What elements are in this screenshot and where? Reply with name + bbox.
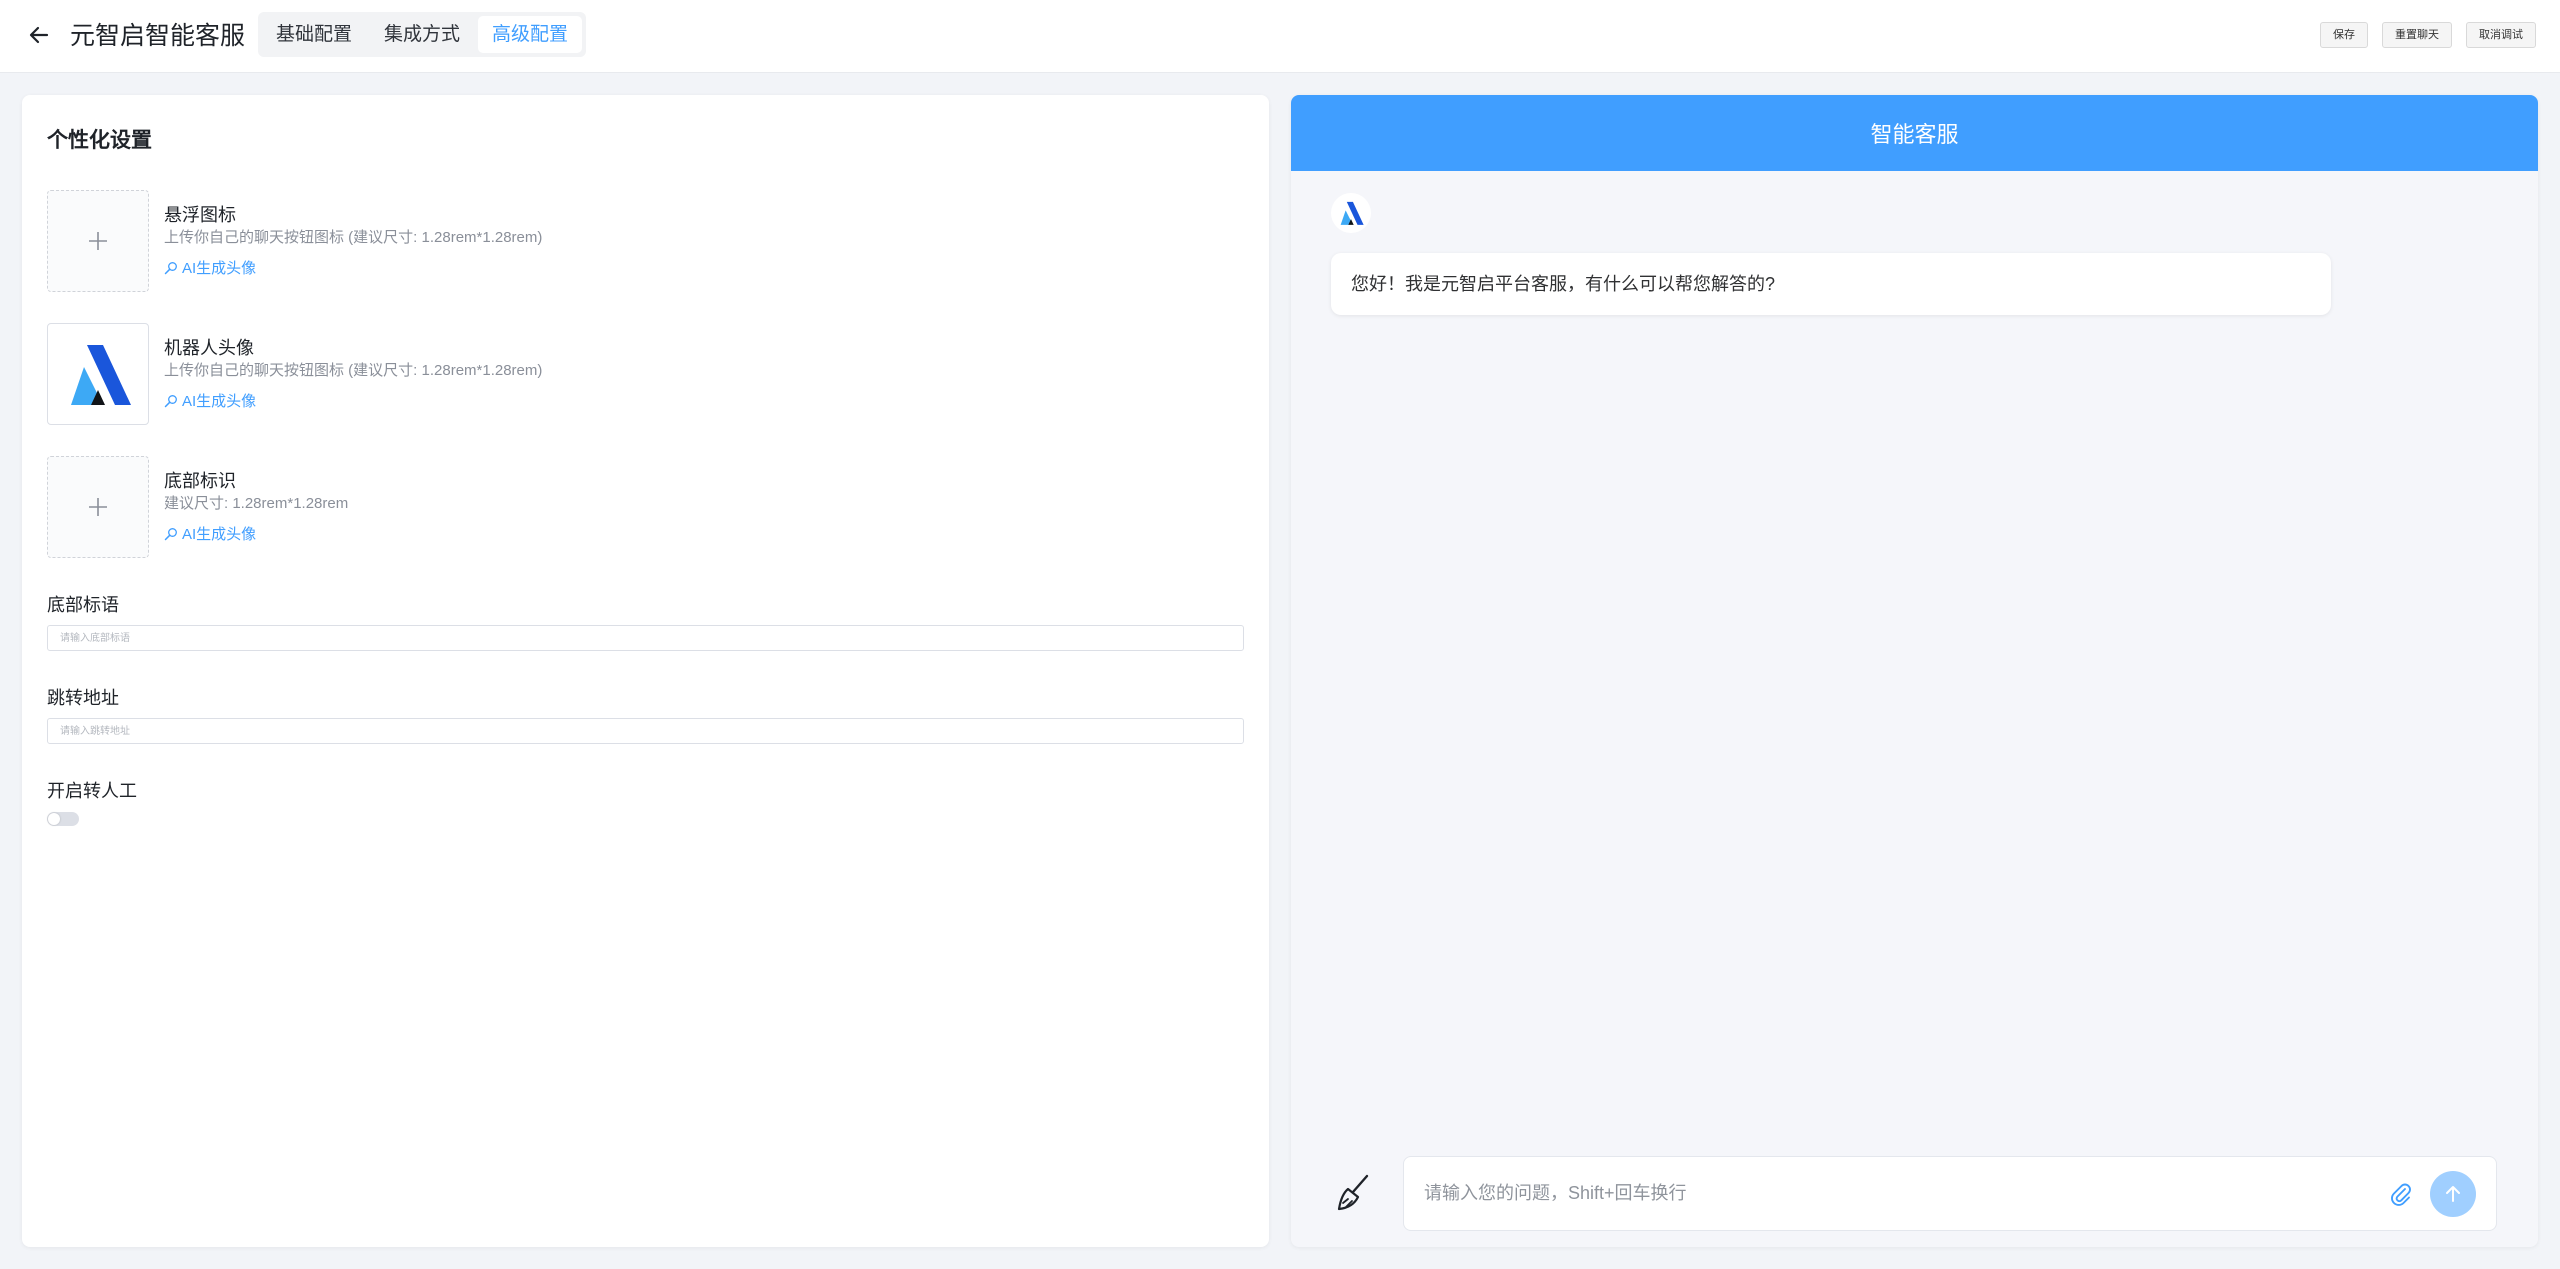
chat-input-box — [1403, 1156, 2497, 1231]
bot-avatar — [1331, 193, 1371, 233]
chat-input[interactable] — [1424, 1157, 2364, 1230]
reset-chat-button[interactable]: 重置聊天 — [2382, 22, 2452, 48]
magic-search-icon — [164, 261, 177, 274]
upload-name: 底部标识 — [164, 471, 236, 491]
robot-logo-icon — [52, 328, 144, 420]
bot-message-bubble: 您好！我是元智启平台客服，有什么可以帮您解答的? — [1331, 253, 2331, 315]
attach-button[interactable] — [2388, 1181, 2414, 1207]
send-button[interactable] — [2430, 1171, 2476, 1217]
ai-generate-link[interactable]: AI生成头像 — [164, 257, 256, 278]
plus-icon — [89, 498, 107, 516]
chat-header: 智能客服 — [1291, 95, 2538, 171]
ai-generate-link[interactable]: AI生成头像 — [164, 390, 256, 411]
top-header: 元智启智能客服 基础配置 集成方式 高级配置 保存 重置聊天 取消调试 — [0, 0, 2560, 73]
upload-hint: 建议尺寸: 1.28rem*1.28rem — [164, 495, 349, 512]
section-title: 个性化设置 — [47, 129, 152, 152]
ai-link-label: AI生成头像 — [182, 393, 257, 410]
tab-advanced-config[interactable]: 高级配置 — [478, 16, 583, 53]
upload-footer-mark: 底部标识 建议尺寸: 1.28rem*1.28rem AI生成头像 — [47, 456, 1247, 560]
upload-hint: 上传你自己的聊天按钮图标 (建议尺寸: 1.28rem*1.28rem) — [164, 362, 543, 379]
robot-logo-icon — [1340, 201, 1364, 225]
save-button[interactable]: 保存 — [2320, 22, 2368, 48]
plus-icon — [89, 232, 107, 250]
back-button[interactable] — [24, 20, 54, 50]
robot-avatar-upload[interactable] — [47, 323, 149, 425]
redirect-url-label: 跳转地址 — [47, 688, 119, 708]
upload-hint: 上传你自己的聊天按钮图标 (建议尺寸: 1.28rem*1.28rem) — [164, 229, 543, 246]
header-actions: 保存 重置聊天 取消调试 — [2320, 22, 2536, 48]
upload-floating-icon: 悬浮图标 上传你自己的聊天按钮图标 (建议尺寸: 1.28rem*1.28rem… — [47, 190, 1247, 294]
tab-integration[interactable]: 集成方式 — [370, 16, 474, 53]
tab-basic-config[interactable]: 基础配置 — [262, 16, 366, 53]
upload-name: 机器人头像 — [164, 338, 254, 358]
upload-name: 悬浮图标 — [164, 205, 236, 225]
cancel-debug-button[interactable]: 取消调试 — [2466, 22, 2536, 48]
arrow-up-icon — [2446, 1186, 2460, 1202]
chat-preview: 智能客服 您好！我是元智启平台客服，有什么可以帮您解答的? — [1291, 95, 2538, 1247]
ai-link-label: AI生成头像 — [182, 260, 257, 277]
human-handoff-toggle[interactable] — [47, 812, 79, 826]
chat-title: 智能客服 — [1870, 122, 1959, 147]
footer-slogan-label: 底部标语 — [47, 595, 119, 615]
footer-mark-upload[interactable] — [47, 456, 149, 558]
floating-icon-upload[interactable] — [47, 190, 149, 292]
redirect-url-input[interactable] — [47, 718, 1244, 744]
arrow-left-icon — [29, 26, 49, 44]
config-tabs: 基础配置 集成方式 高级配置 — [258, 12, 587, 57]
toggle-knob — [48, 813, 60, 825]
personalization-panel: 个性化设置 悬浮图标 上传你自己的聊天按钮图标 (建议尺寸: 1.28rem*1… — [22, 95, 1269, 1247]
paperclip-icon — [2391, 1183, 2411, 1206]
ai-generate-link[interactable]: AI生成头像 — [164, 523, 256, 544]
footer-slogan-input[interactable] — [47, 625, 1244, 651]
upload-robot-avatar: 机器人头像 上传你自己的聊天按钮图标 (建议尺寸: 1.28rem*1.28re… — [47, 323, 1247, 427]
magic-search-icon — [164, 394, 177, 407]
broom-icon — [1337, 1174, 1369, 1211]
ai-link-label: AI生成头像 — [182, 526, 257, 543]
clear-chat-button[interactable] — [1331, 1172, 1373, 1214]
magic-search-icon — [164, 527, 177, 540]
human-handoff-label: 开启转人工 — [47, 781, 137, 801]
app-title: 元智启智能客服 — [70, 22, 246, 50]
